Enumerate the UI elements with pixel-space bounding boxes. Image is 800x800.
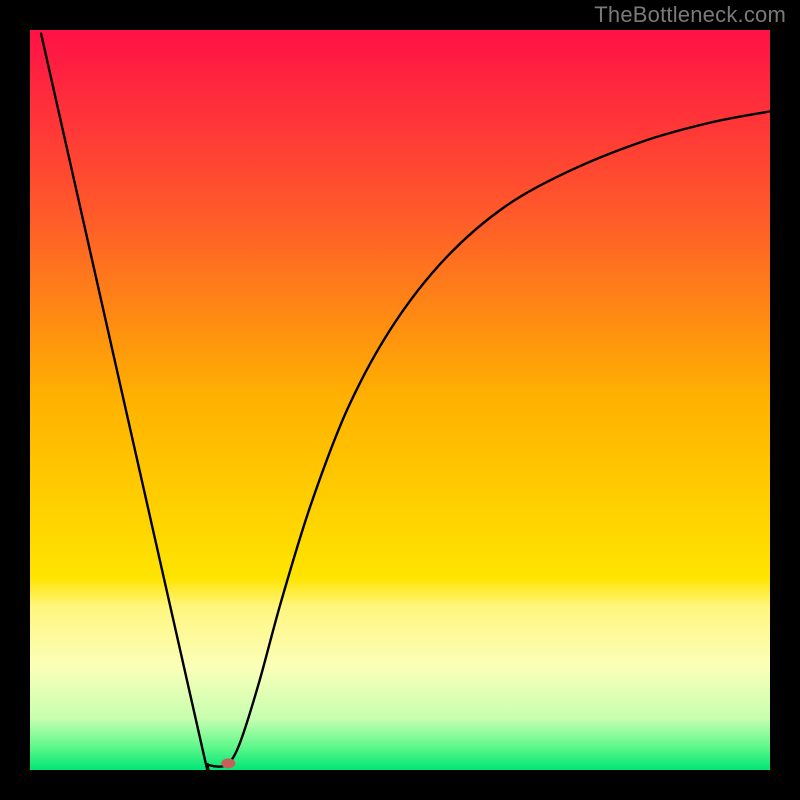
watermark-text: TheBottleneck.com xyxy=(594,2,786,28)
min-marker xyxy=(221,758,235,768)
gradient-background xyxy=(30,30,770,770)
chart-frame: TheBottleneck.com xyxy=(0,0,800,800)
plot-area xyxy=(30,30,770,770)
chart-svg xyxy=(30,30,770,770)
